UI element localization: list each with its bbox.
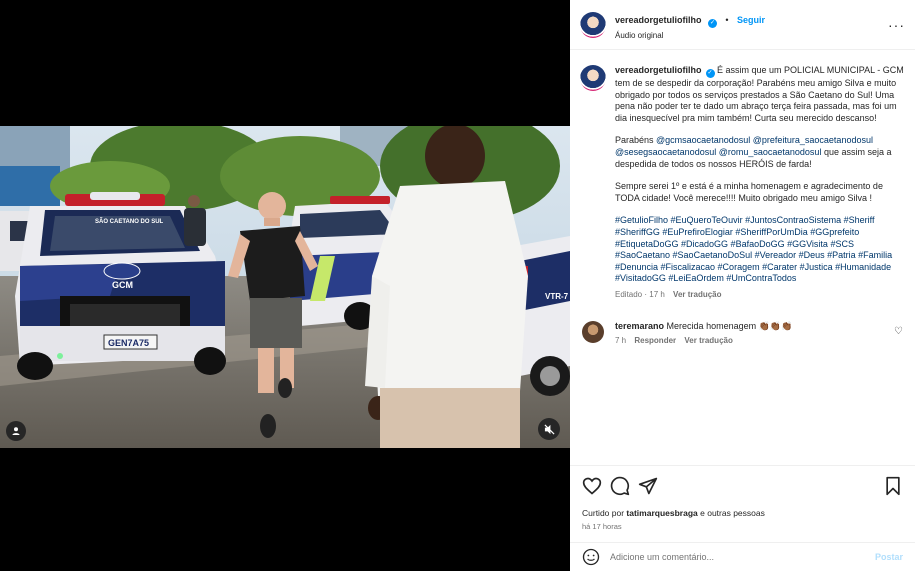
mute-button[interactable] — [538, 418, 560, 440]
comment-time: 7 h — [615, 335, 627, 345]
instagram-post-modal: SÃO CAETANO DO SUL GCM GEN7A75 VTR-7 ver… — [0, 0, 915, 571]
license-plate: GEN7A75 — [108, 338, 149, 348]
author-avatar[interactable] — [580, 11, 606, 38]
comment-input[interactable] — [610, 552, 875, 562]
post-side-panel: vereadorgetuliofilho ✓ • Seguir Áudio or… — [570, 0, 915, 571]
vehicle-gcm-text: GCM — [112, 280, 133, 290]
user-icon — [12, 427, 20, 435]
caption-author-avatar[interactable] — [580, 65, 606, 91]
caption-thanks: Sempre serei 1º e está é a minha homenag… — [615, 181, 883, 203]
mention-link[interactable]: @gcmsaocaetanodosul — [656, 135, 750, 145]
liked-by-user[interactable]: tatimarquesbraga — [626, 508, 697, 518]
verified-badge-icon: ✓ — [705, 69, 715, 78]
comment-item: teremarano Merecida homenagem 👏🏾👏🏾👏🏾 7 h… — [580, 320, 905, 345]
see-translation-link[interactable]: Ver tradução — [684, 336, 732, 345]
separator-dot: • — [725, 14, 729, 25]
share-paper-plane-icon[interactable] — [638, 476, 658, 496]
vehicle-side-text: VTR-7 — [545, 292, 569, 301]
post-comment-button[interactable]: Postar — [875, 552, 903, 562]
liked-by-prefix: Curtido por — [582, 508, 627, 518]
emoji-icon[interactable] — [582, 548, 600, 566]
save-bookmark-icon[interactable] — [883, 476, 903, 496]
post-actions: Curtido por tatimarquesbraga e outras pe… — [570, 465, 915, 545]
author-username[interactable]: vereadorgetuliofilho — [615, 15, 702, 25]
verified-badge-icon: ✓ — [707, 18, 717, 28]
tagged-users-button[interactable] — [6, 421, 26, 441]
add-comment-bar: Postar — [570, 542, 915, 571]
post-header: vereadorgetuliofilho ✓ • Seguir Áudio or… — [570, 0, 915, 50]
muted-speaker-icon — [543, 423, 555, 435]
audio-label[interactable]: Áudio original — [615, 31, 888, 40]
vehicle-door-text: SÃO CAETANO DO SUL — [95, 218, 164, 225]
caption-congrats: Parabéns — [615, 135, 657, 146]
liked-by-summary: Curtido por tatimarquesbraga e outras pe… — [582, 508, 903, 518]
like-heart-icon[interactable] — [582, 476, 602, 496]
follow-button[interactable]: Seguir — [737, 15, 765, 25]
comment-like-heart-icon[interactable]: ♡ — [894, 326, 903, 337]
caption-hashtags[interactable]: #GetulioFilho #EuQueroTeOuvir #JuntosCon… — [615, 215, 905, 285]
mention-link[interactable]: @romu_saocaetanodosul — [719, 147, 822, 157]
reply-button[interactable]: Responder — [634, 336, 676, 345]
caption-username[interactable]: vereadorgetuliofilho — [615, 65, 702, 75]
caption-edited-time: Editado · 17 h — [615, 289, 665, 299]
caption: vereadorgetuliofilho ✓ É assim que um POL… — [580, 65, 905, 301]
comments-section[interactable]: vereadorgetuliofilho ✓ É assim que um POL… — [570, 51, 915, 461]
comment-text: Merecida homenagem 👏🏾👏🏾👏🏾 — [666, 320, 793, 331]
mention-link[interactable]: @prefeitura_saocaetanodosul — [753, 135, 873, 145]
media-area: SÃO CAETANO DO SUL GCM GEN7A75 VTR-7 — [0, 0, 570, 571]
commenter-avatar[interactable] — [582, 320, 604, 343]
commenter-username[interactable]: teremarano — [615, 321, 664, 331]
mention-link[interactable]: @sesegsaocaetanodosul — [615, 147, 716, 157]
post-time: há 17 horas — [582, 522, 622, 531]
comment-bubble-icon[interactable] — [610, 476, 630, 496]
see-translation-link[interactable]: Ver tradução — [673, 290, 721, 299]
video-frame: SÃO CAETANO DO SUL GCM GEN7A75 VTR-7 — [0, 126, 570, 448]
video-player[interactable]: SÃO CAETANO DO SUL GCM GEN7A75 VTR-7 — [0, 126, 570, 448]
liked-by-others[interactable]: e outras pessoas — [698, 508, 765, 518]
more-options-icon[interactable]: ··· — [888, 17, 905, 33]
